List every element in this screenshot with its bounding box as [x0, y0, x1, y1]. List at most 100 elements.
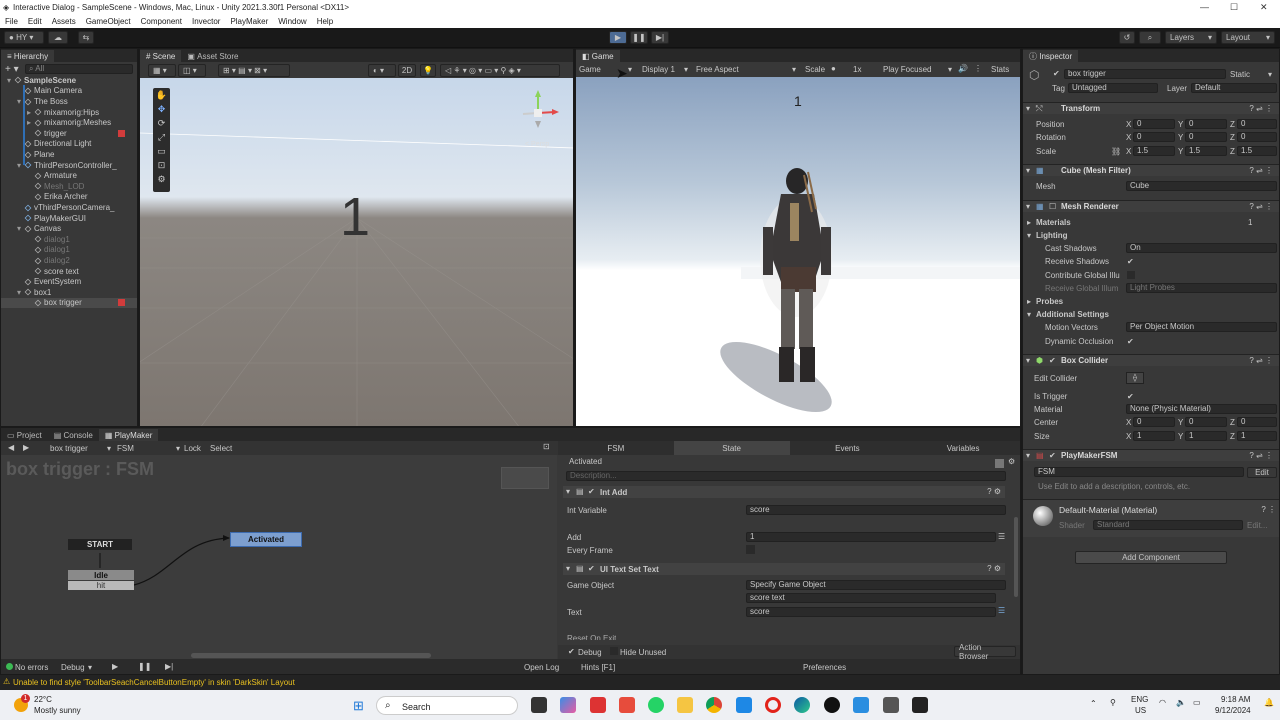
debug-pause-icon[interactable]: ❚❚ [138, 662, 151, 671]
fsm-selector[interactable]: FSM [117, 444, 134, 453]
unity-hub-icon[interactable] [883, 697, 899, 713]
open-log-button[interactable]: Open Log [524, 663, 559, 672]
location-icon[interactable]: ⚲ [1110, 698, 1116, 707]
shader-edit-button[interactable]: Edit... [1247, 521, 1267, 530]
layers-dropdown[interactable]: Layers ▾ [1165, 31, 1217, 44]
int-variable-dropdown[interactable]: score [746, 505, 1006, 515]
back-icon[interactable]: ◀ [8, 443, 14, 452]
hierarchy-item[interactable]: Directional Light [1, 139, 137, 150]
hierarchy-item[interactable]: EventSystem [1, 276, 137, 287]
hierarchy-item[interactable]: box trigger [1, 297, 137, 309]
position-y[interactable]: 0 [1185, 119, 1227, 129]
taskbar-search-input[interactable]: ⌕ Search [376, 696, 518, 715]
hide-unused-checkbox[interactable] [610, 647, 618, 655]
scene-gizmo[interactable]: < Persp [515, 88, 565, 148]
toggle-2d-button[interactable]: 2D [398, 64, 416, 77]
hit-event[interactable]: hit [68, 581, 134, 590]
layout-dropdown[interactable]: Layout ▾ [1221, 31, 1275, 44]
shading-mode-icon[interactable]: ◐ ▾ [368, 64, 396, 77]
active-checkbox[interactable]: ✔ [1053, 69, 1060, 78]
copilot-icon[interactable] [560, 697, 576, 713]
play-button[interactable]: ▶ [609, 31, 627, 44]
hierarchy-item[interactable]: Mesh_LOD [1, 181, 137, 192]
idle-state[interactable]: Idle [68, 570, 134, 580]
tab-scene[interactable]: # Scene [140, 50, 182, 62]
state-name-field[interactable]: Activated [566, 458, 996, 469]
game-object-dropdown[interactable]: Specify Game Object [746, 580, 1006, 590]
tab-events[interactable]: Events [790, 441, 906, 455]
foldout-icon[interactable]: ▾ [17, 288, 25, 297]
component-menu-icon[interactable]: ? ⇌ ⋮ [1249, 356, 1273, 365]
debug-checkbox[interactable]: ✔ [568, 647, 575, 656]
shader-dropdown[interactable]: Standard [1093, 520, 1243, 530]
action-menu-icon[interactable]: ? ⚙ [987, 487, 1001, 496]
renderer-header[interactable]: ▾ ▦ ☐ Mesh Renderer ? ⇌ ⋮ [1023, 200, 1279, 212]
lighting-row[interactable]: ▾ Lighting [1023, 229, 1279, 241]
whatsapp-icon[interactable] [648, 697, 664, 713]
notifications-icon[interactable]: 🔔 [1264, 698, 1274, 707]
add-value-field[interactable]: 1 [746, 532, 996, 542]
layer-dropdown[interactable]: Default [1191, 83, 1277, 93]
minimap-toggle-icon[interactable]: ⊡ [543, 442, 550, 451]
hand-tool-icon[interactable]: ✋ [156, 90, 167, 101]
receive-gi-dropdown[interactable]: Light Probes [1126, 283, 1277, 293]
action-menu-icon[interactable]: ? ⚙ [987, 564, 1001, 573]
menu-file[interactable]: File [5, 17, 18, 26]
scale-x[interactable]: 1.5 [1133, 146, 1175, 156]
fsm-name-field[interactable]: FSM [1034, 467, 1244, 477]
center-z[interactable]: 0 [1237, 417, 1277, 427]
grid-snapping-icon[interactable]: ⊞ ▾ ▤ ▾ ⊠ ▾ [218, 64, 290, 77]
scale-tool-icon[interactable]: ⤢ [158, 132, 165, 143]
pause-button[interactable]: ❚❚ [630, 31, 648, 44]
menu-help[interactable]: Help [317, 17, 333, 26]
tab-console[interactable]: ▤ Console [48, 429, 99, 441]
every-frame-checkbox[interactable] [746, 545, 755, 554]
score-text-object-field[interactable]: score text [746, 593, 996, 603]
game-viewport[interactable]: 1 ➤ [576, 65, 1020, 426]
menu-assets[interactable]: Assets [52, 17, 76, 26]
hierarchy-item[interactable]: ▾ ThirdPersonController_ [1, 160, 137, 171]
errors-label[interactable]: No errors [15, 663, 48, 672]
hierarchy-item[interactable]: Erika Archer [1, 192, 137, 203]
tag-dropdown[interactable]: Untagged [1068, 83, 1158, 93]
gizmos-icon[interactable]: ⋮ [974, 64, 982, 73]
tab-playmaker[interactable]: ▦ PlayMaker [98, 429, 159, 441]
tab-hierarchy[interactable]: ≡ Hierarchy [1, 50, 55, 62]
file-explorer-icon[interactable] [677, 697, 693, 713]
meshfilter-header[interactable]: ▾ ▦ Cube (Mesh Filter) ? ⇌ ⋮ [1023, 164, 1279, 176]
hierarchy-item[interactable]: ▸ mixamorig:Hips [1, 107, 137, 118]
hierarchy-item[interactable]: Main Camera [1, 86, 137, 97]
ui-text-header[interactable]: ▾ ▤ ✔ UI Text Set Text ? ⚙ [563, 563, 1005, 575]
step-button[interactable]: ▶| [651, 31, 669, 44]
contribute-gi-checkbox[interactable] [1127, 271, 1135, 279]
menu-window[interactable]: Window [278, 17, 306, 26]
chevron-up-icon[interactable]: ⌃ [1090, 699, 1097, 708]
tab-project[interactable]: ▭ Project [1, 429, 48, 441]
mute-audio-icon[interactable]: 🔊 [958, 64, 968, 73]
settings-icon[interactable]: ⚙ [1008, 457, 1015, 466]
collider-header[interactable]: ▾ ⬢ ✔ Box Collider ? ⇌ ⋮ [1023, 354, 1279, 366]
size-x[interactable]: 1 [1133, 431, 1175, 441]
scale-slider[interactable]: ● [831, 64, 836, 73]
int-add-header[interactable]: ▾ ▤ ✔ Int Add ? ⚙ [563, 486, 1005, 498]
mesh-field[interactable]: Cube [1126, 181, 1277, 191]
clock-time[interactable]: 9:18 AM [1221, 695, 1250, 704]
variable-toggle-icon[interactable]: ☰ [998, 606, 1005, 615]
action-browser-button[interactable]: Action Browser [954, 643, 1016, 661]
hierarchy-item[interactable]: ▾ The Boss [1, 96, 137, 107]
wifi-icon[interactable]: ◠ [1159, 698, 1166, 707]
hierarchy-item[interactable]: Armature [1, 170, 137, 181]
custom-tool-icon[interactable]: ⚙ [157, 174, 165, 185]
motion-vectors-dropdown[interactable]: Per Object Motion [1126, 322, 1277, 332]
volume-icon[interactable]: 🔈 [1176, 698, 1186, 707]
move-tool-icon[interactable]: ✥ [158, 104, 166, 115]
additional-row[interactable]: ▾ Additional Settings [1023, 308, 1279, 320]
fsm-edit-button[interactable]: Edit [1247, 467, 1277, 478]
component-menu-icon[interactable]: ? ⋮ [1261, 505, 1276, 514]
display-dropdown[interactable]: Display 1 [642, 65, 675, 74]
opera-icon[interactable] [765, 697, 781, 713]
menu-component[interactable]: Component [141, 17, 182, 26]
color-swatch[interactable] [995, 459, 1004, 468]
receive-shadows-checkbox[interactable]: ✔ [1127, 257, 1134, 266]
language-label-1[interactable]: ENG [1131, 695, 1148, 704]
